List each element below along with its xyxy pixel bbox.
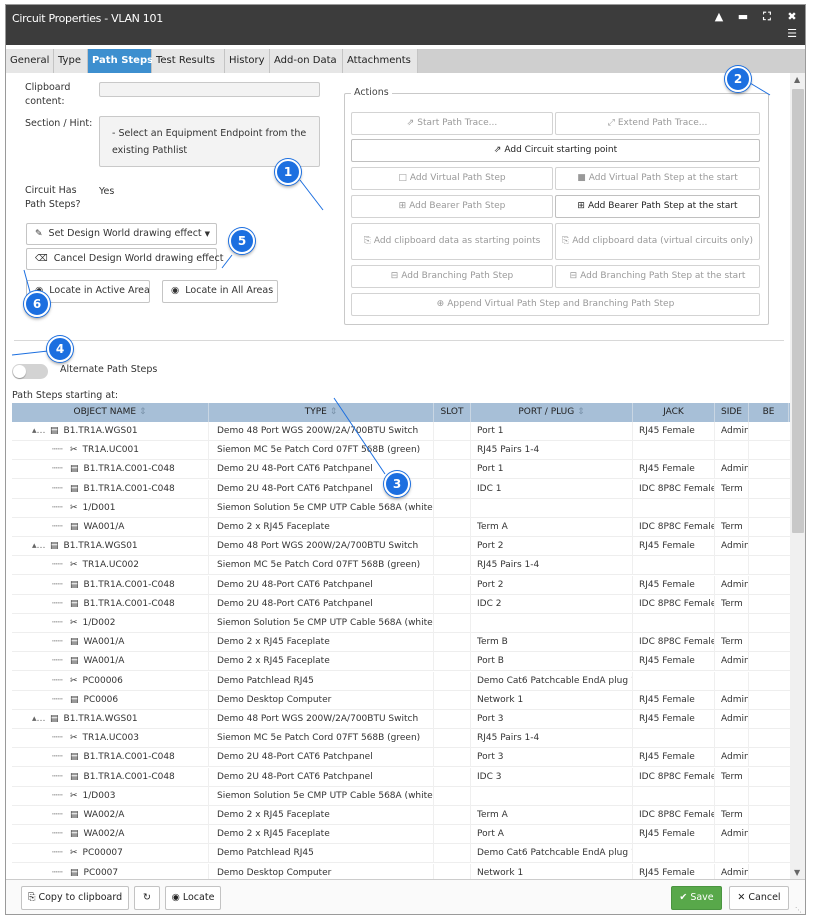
callout-3: 3 bbox=[384, 471, 410, 497]
callout-4: 4 bbox=[47, 336, 73, 362]
callout-5: 5 bbox=[229, 228, 255, 254]
callout-leaders bbox=[11, 82, 771, 475]
callout-6: 6 bbox=[24, 291, 50, 317]
callout-2: 2 bbox=[725, 66, 751, 92]
callout-1: 1 bbox=[275, 159, 301, 185]
